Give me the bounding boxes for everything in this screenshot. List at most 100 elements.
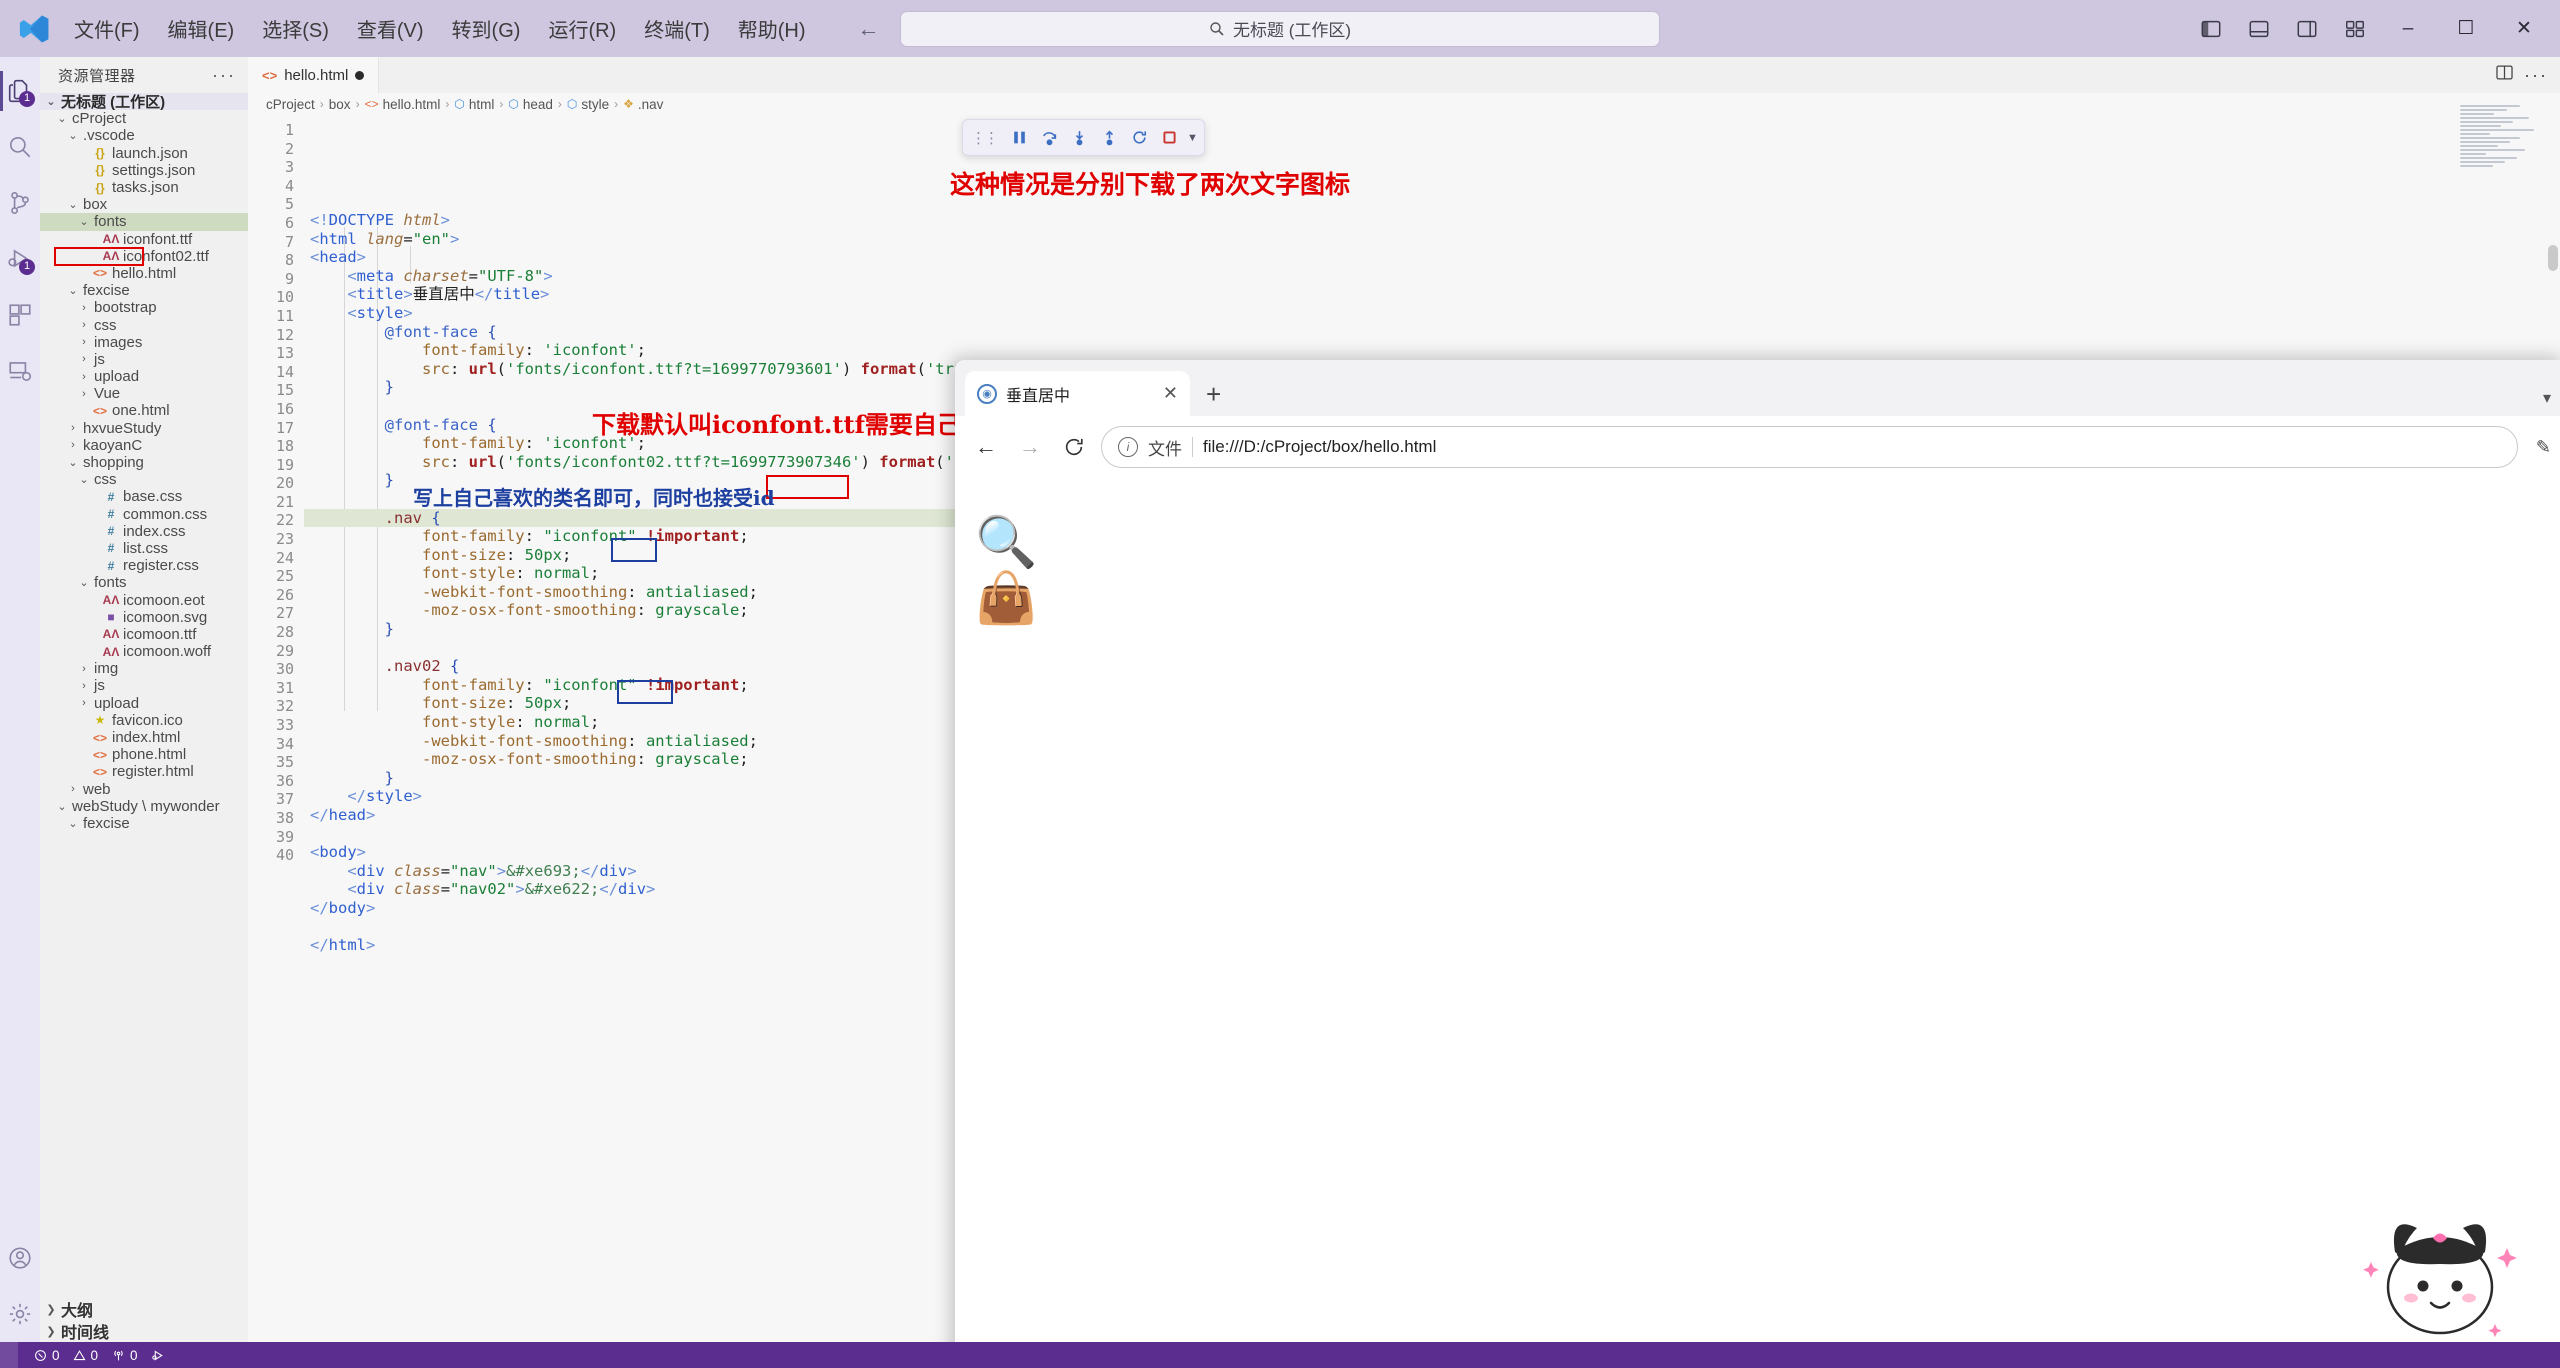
tree-item[interactable]: › upload: [40, 368, 248, 385]
menu-go[interactable]: 转到(G): [438, 8, 535, 49]
activitybar-item-manage[interactable]: [0, 1286, 40, 1342]
step-out-icon[interactable]: [1095, 124, 1123, 152]
browser-tab[interactable]: ◉ 垂直居中 ✕: [965, 371, 1190, 416]
code-line[interactable]: font-family: 'iconfont';: [304, 341, 2560, 360]
breadcrumb-item[interactable]: ❖ .nav: [623, 97, 663, 112]
split-editor-icon[interactable]: [2495, 63, 2514, 87]
tree-item[interactable]: # index.css: [40, 523, 248, 540]
problems-status[interactable]: 0 0: [34, 1348, 98, 1363]
tree-item[interactable]: # register.css: [40, 557, 248, 574]
activitybar-item-extensions[interactable]: [0, 287, 40, 343]
tree-item[interactable]: AΛ icomoon.ttf: [40, 626, 248, 643]
tree-item[interactable]: ⌄ css: [40, 471, 248, 488]
tree-item[interactable]: {} settings.json: [40, 162, 248, 179]
breadcrumb-item[interactable]: ⬡ head: [508, 97, 553, 112]
activitybar-item-search[interactable]: [0, 119, 40, 175]
tree-item[interactable]: › Vue: [40, 385, 248, 402]
tree-item[interactable]: › images: [40, 334, 248, 351]
menu-selection[interactable]: 选择(S): [248, 8, 343, 49]
stop-icon[interactable]: [1155, 124, 1183, 152]
breadcrumb-item[interactable]: ⬡ style: [567, 97, 609, 112]
tree-item[interactable]: ⌄ cProject: [40, 110, 248, 127]
tree-item[interactable]: › hxvueStudy: [40, 420, 248, 437]
tree-item[interactable]: # list.css: [40, 540, 248, 557]
tree-item[interactable]: › web: [40, 781, 248, 798]
code-line[interactable]: <!DOCTYPE html>: [304, 211, 2560, 230]
tree-item[interactable]: <> one.html: [40, 402, 248, 419]
reload-icon[interactable]: [1057, 430, 1091, 464]
remote-indicator[interactable]: [0, 1342, 18, 1368]
tree-item[interactable]: AΛ icomoon.eot: [40, 591, 248, 609]
tree-item[interactable]: <> hello.html: [40, 265, 248, 282]
step-over-icon[interactable]: [1035, 124, 1063, 152]
menu-edit[interactable]: 编辑(E): [154, 8, 249, 49]
edit-icon[interactable]: ✎: [2528, 437, 2551, 458]
tree-item[interactable]: › css: [40, 316, 248, 334]
toggle-primary-sidebar-icon[interactable]: [2188, 9, 2234, 49]
activitybar-item-remote-explorer[interactable]: [0, 343, 40, 399]
breadcrumb-item[interactable]: box: [329, 97, 351, 112]
chevron-down-icon[interactable]: ▾: [2543, 388, 2551, 408]
menu-help[interactable]: 帮助(H): [724, 8, 820, 49]
tree-item[interactable]: › kaoyanC: [40, 437, 248, 454]
tree-item[interactable]: <> register.html: [40, 763, 248, 780]
step-into-icon[interactable]: [1065, 124, 1093, 152]
tree-item[interactable]: ■ icomoon.svg: [40, 609, 248, 626]
code-line[interactable]: <head>: [304, 248, 2560, 267]
more-actions-icon[interactable]: ···: [2524, 65, 2548, 86]
pause-icon[interactable]: [1005, 124, 1033, 152]
tree-item[interactable]: › js: [40, 351, 248, 368]
tree-item[interactable]: ⌄ fonts: [40, 574, 248, 591]
arrow-left-icon[interactable]: ←: [969, 430, 1003, 464]
toggle-panel-icon[interactable]: [2236, 9, 2282, 49]
tree-item[interactable]: AΛ icomoon.woff: [40, 643, 248, 660]
tree-item[interactable]: ⌄ shopping: [40, 454, 248, 471]
chevron-down-icon[interactable]: ▼: [1185, 132, 1198, 144]
tab-hello-html[interactable]: <> hello.html: [248, 57, 380, 93]
tree-item[interactable]: ⌄ .vscode: [40, 127, 248, 144]
debug-status[interactable]: [151, 1349, 165, 1362]
tree-item[interactable]: # base.css: [40, 488, 248, 505]
activitybar-item-accounts[interactable]: [0, 1230, 40, 1286]
tree-item[interactable]: ⌄ box: [40, 196, 248, 213]
close-icon[interactable]: ✕: [2496, 7, 2552, 51]
customize-layout-icon[interactable]: [2332, 9, 2378, 49]
code-line[interactable]: <style>: [304, 304, 2560, 323]
restart-icon[interactable]: [1125, 124, 1153, 152]
drag-grip-icon[interactable]: ⋮⋮: [969, 129, 1003, 147]
tree-item[interactable]: ⌄ fexcise: [40, 815, 248, 832]
code-line[interactable]: <html lang="en">: [304, 230, 2560, 249]
tree-item[interactable]: # common.css: [40, 506, 248, 523]
activitybar-item-explorer[interactable]: 1: [0, 63, 40, 119]
toggle-secondary-sidebar-icon[interactable]: [2284, 9, 2330, 49]
minimap[interactable]: [2460, 105, 2546, 193]
arrow-left-icon[interactable]: ←: [850, 13, 888, 45]
plus-icon[interactable]: +: [1190, 379, 1237, 416]
menu-file[interactable]: 文件(F): [60, 8, 154, 49]
arrow-right-icon[interactable]: →: [1013, 430, 1047, 464]
breadcrumb-item[interactable]: ⬡ html: [454, 97, 494, 112]
omnibox-url[interactable]: file:///D:/cProject/box/hello.html: [1203, 437, 1436, 457]
section-outline[interactable]: ❯ 大纲: [40, 1298, 248, 1320]
tree-item[interactable]: <> phone.html: [40, 746, 248, 763]
menu-run[interactable]: 运行(R): [534, 8, 630, 49]
ports-status[interactable]: 0: [112, 1348, 138, 1363]
code-line[interactable]: <meta charset="UTF-8">: [304, 267, 2560, 286]
tree-item[interactable]: <> index.html: [40, 729, 248, 746]
activitybar-item-run-and-debug[interactable]: 1: [0, 231, 40, 287]
tree-item[interactable]: › img: [40, 660, 248, 677]
menu-terminal[interactable]: 终端(T): [630, 8, 724, 49]
command-center-search[interactable]: 无标题 (工作区): [900, 10, 1660, 47]
breadcrumb[interactable]: cProject › box › <> hello.html › ⬡ html › ⬡ head › ⬡ s…: [248, 93, 2560, 115]
scrollbar-thumb[interactable]: [2548, 245, 2558, 271]
more-actions-icon[interactable]: ···: [212, 65, 242, 86]
tree-item[interactable]: ⌄ fonts: [40, 213, 248, 231]
section-timeline[interactable]: ❯ 时间线: [40, 1320, 248, 1342]
code-line[interactable]: <title>垂直居中</title>: [304, 285, 2560, 304]
tree-item[interactable]: AΛ iconfont02.ttf: [40, 246, 248, 266]
debug-toolbar[interactable]: ⋮⋮ ▼: [962, 119, 1205, 156]
breadcrumb-item[interactable]: cProject: [266, 97, 315, 112]
tree-item[interactable]: AΛ iconfont.ttf: [40, 231, 248, 248]
code-line[interactable]: @font-face {: [304, 323, 2560, 342]
tree-item[interactable]: ⌄ fexcise: [40, 282, 248, 299]
